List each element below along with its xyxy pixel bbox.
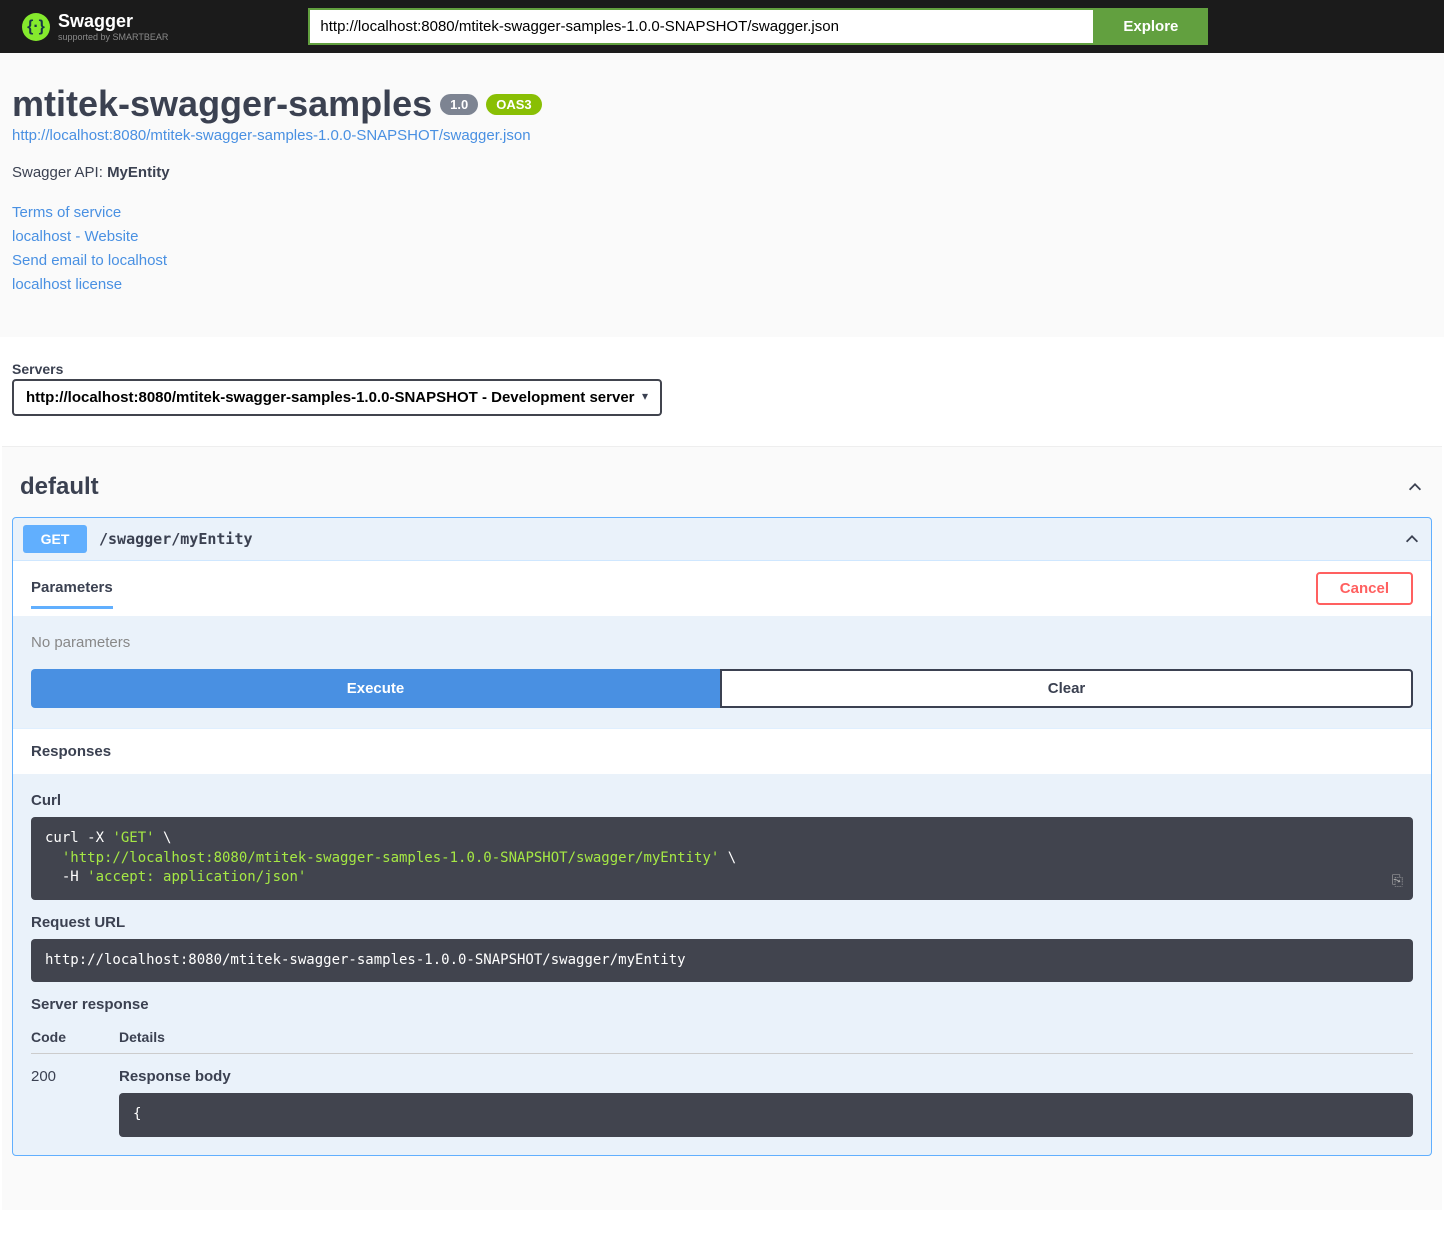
terms-link[interactable]: Terms of service: [12, 201, 1432, 225]
response-body-block: {: [119, 1093, 1413, 1137]
code-column-header: Code: [31, 1029, 119, 1045]
method-badge-get: GET: [23, 525, 87, 553]
braces-icon: {·}: [22, 13, 50, 41]
chevron-up-icon: [1406, 478, 1424, 496]
execute-button[interactable]: Execute: [31, 669, 720, 708]
server-response-label: Server response: [31, 996, 1413, 1013]
server-select[interactable]: http://localhost:8080/mtitek-swagger-sam…: [12, 379, 662, 416]
operation-summary[interactable]: GET /swagger/myEntity: [13, 518, 1431, 560]
oas-badge: OAS3: [486, 94, 541, 115]
responses-title: Responses: [13, 728, 1431, 774]
request-url-block: http://localhost:8080/mtitek-swagger-sam…: [31, 939, 1413, 983]
parameters-title: Parameters: [31, 579, 113, 609]
api-description: Swagger API: MyEntity: [12, 164, 1432, 181]
api-title: mtitek-swagger-samples: [12, 83, 432, 125]
api-info: mtitek-swagger-samples 1.0 OAS3 http://l…: [2, 83, 1442, 297]
response-body-label: Response body: [119, 1068, 1413, 1085]
spec-url-link[interactable]: http://localhost:8080/mtitek-swagger-sam…: [12, 127, 1432, 144]
website-link[interactable]: localhost - Website: [12, 225, 1432, 249]
spec-url-input[interactable]: [308, 8, 1093, 45]
tag-default-header[interactable]: default: [12, 457, 1432, 517]
tag-name: default: [20, 473, 99, 501]
curl-command: curl -X 'GET' \ 'http://localhost:8080/m…: [31, 817, 1413, 900]
license-link[interactable]: localhost license: [12, 273, 1432, 297]
request-url-label: Request URL: [31, 914, 1413, 931]
servers-label: Servers: [12, 361, 1432, 377]
brand-name: Swagger: [58, 11, 168, 32]
version-badge: 1.0: [440, 94, 478, 115]
explore-button[interactable]: Explore: [1093, 8, 1208, 45]
topbar: {·} Swagger supported by SMARTBEAR Explo…: [0, 0, 1444, 53]
clear-button[interactable]: Clear: [720, 669, 1413, 708]
email-link[interactable]: Send email to localhost: [12, 249, 1432, 273]
status-code-200: 200: [31, 1068, 119, 1137]
copy-icon[interactable]: ⎘: [1392, 872, 1403, 892]
servers-section: Servers http://localhost:8080/mtitek-swa…: [2, 337, 1442, 447]
operation-path: /swagger/myEntity: [99, 530, 253, 548]
details-column-header: Details: [119, 1029, 1413, 1045]
chevron-up-icon: [1403, 530, 1421, 548]
cancel-button[interactable]: Cancel: [1316, 572, 1413, 605]
no-parameters-text: No parameters: [31, 634, 130, 651]
operation-get-myentity: GET /swagger/myEntity Parameters Cancel …: [12, 517, 1432, 1156]
swagger-logo[interactable]: {·} Swagger supported by SMARTBEAR: [22, 11, 168, 42]
curl-label: Curl: [31, 792, 1413, 809]
brand-subtitle: supported by SMARTBEAR: [58, 32, 168, 42]
